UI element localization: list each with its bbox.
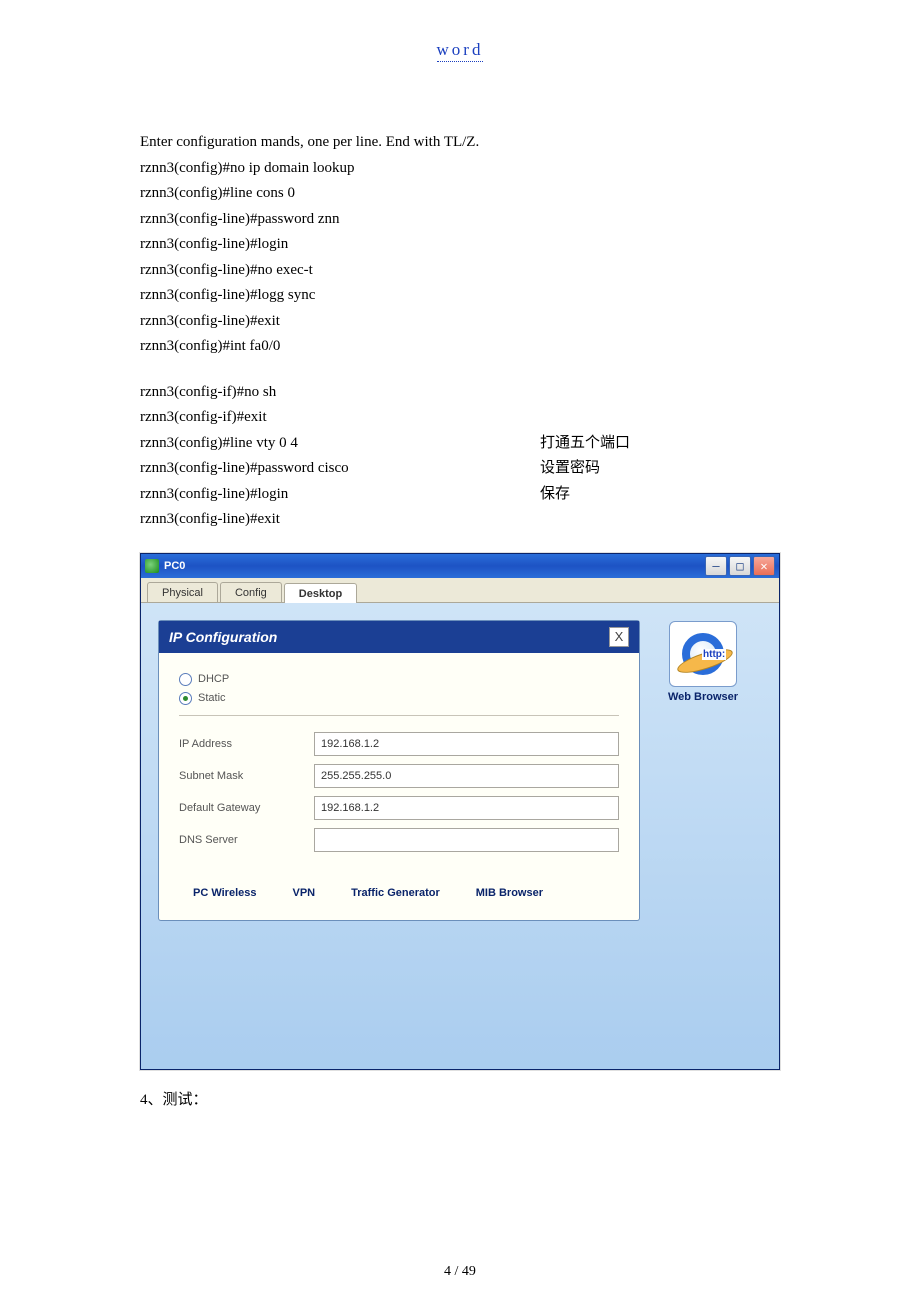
cli-note: 保存: [540, 482, 570, 508]
cli-line: rznn3(config-if)#no sh: [140, 380, 780, 406]
dns-server-input[interactable]: [314, 828, 619, 852]
cli-line: rznn3(config-line)#logg sync: [140, 283, 780, 309]
dns-server-label: DNS Server: [179, 834, 314, 846]
ip-address-label: IP Address: [179, 738, 314, 750]
pc0-titlebar[interactable]: PC0 – □ ✕: [141, 554, 779, 578]
cli-line: Enter configuration mands, one per line.…: [140, 130, 780, 156]
subnet-mask-label: Subnet Mask: [179, 770, 314, 782]
mib-browser-button[interactable]: MIB Browser: [476, 886, 543, 900]
cli-line: rznn3(config-line)#no exec-t: [140, 258, 780, 284]
web-browser-app[interactable]: http: Web Browser: [653, 621, 753, 703]
cli-note: 打通五个端口: [540, 431, 630, 457]
cli-line: rznn3(config-line)#password znn: [140, 207, 780, 233]
tab-physical[interactable]: Physical: [147, 582, 218, 602]
cli-line: rznn3(config)#line cons 0: [140, 181, 780, 207]
cli-line: rznn3(config-line)#login: [140, 482, 540, 508]
cli-line: rznn3(config-line)#exit: [140, 507, 780, 533]
section-4-heading: 4、测试：: [140, 1088, 780, 1109]
ip-address-input[interactable]: [314, 732, 619, 756]
cli-note: 设置密码: [540, 456, 600, 482]
tab-desktop[interactable]: Desktop: [284, 583, 357, 603]
default-gateway-label: Default Gateway: [179, 802, 314, 814]
tab-config[interactable]: Config: [220, 582, 282, 602]
default-gateway-input[interactable]: [314, 796, 619, 820]
window-title: PC0: [164, 560, 705, 572]
subnet-mask-input[interactable]: [314, 764, 619, 788]
dhcp-label: DHCP: [198, 673, 229, 685]
close-button[interactable]: ✕: [753, 556, 775, 576]
pc0-window: PC0 – □ ✕ Physical Config Desktop IP Con…: [140, 553, 780, 1070]
ip-configuration-panel: IP Configuration X DHCP Static: [159, 621, 639, 920]
cli-line: rznn3(config)#int fa0/0: [140, 334, 780, 360]
static-radio-row[interactable]: Static: [179, 692, 619, 705]
pc-wireless-button[interactable]: PC Wireless: [193, 886, 257, 900]
separator: [179, 715, 619, 716]
header-link-text[interactable]: word: [437, 40, 484, 62]
close-icon: X: [615, 629, 624, 644]
minimize-button[interactable]: –: [705, 556, 727, 576]
http-text: http:: [702, 649, 726, 660]
ipconf-close-button[interactable]: X: [609, 627, 629, 647]
ipconf-title: IP Configuration: [169, 629, 277, 645]
maximize-button[interactable]: □: [729, 556, 751, 576]
cli-line: rznn3(config-if)#exit: [140, 405, 780, 431]
vpn-button[interactable]: VPN: [293, 886, 316, 900]
ie-icon: http:: [680, 631, 726, 677]
pc0-tabs: Physical Config Desktop: [141, 578, 779, 603]
cli-line: rznn3(config-line)#exit: [140, 309, 780, 335]
pc0-desktop-body: IP Configuration X DHCP Static: [141, 603, 779, 1069]
desktop-tools-row: PC Wireless VPN Traffic Generator MIB Br…: [179, 880, 619, 900]
page-number: 4 / 49: [0, 1264, 920, 1280]
cli-line: rznn3(config-line)#login: [140, 232, 780, 258]
dhcp-radio-row[interactable]: DHCP: [179, 673, 619, 686]
cli-line: rznn3(config)#line vty 0 4: [140, 431, 540, 457]
page-header-link: word: [140, 40, 780, 60]
cli-line: rznn3(config)#no ip domain lookup: [140, 156, 780, 182]
static-radio[interactable]: [179, 692, 192, 705]
dhcp-radio[interactable]: [179, 673, 192, 686]
pc-icon: [145, 559, 159, 573]
traffic-generator-button[interactable]: Traffic Generator: [351, 886, 440, 900]
static-label: Static: [198, 692, 226, 704]
web-browser-icon[interactable]: http:: [669, 621, 737, 687]
web-browser-label: Web Browser: [668, 691, 738, 703]
cli-line: rznn3(config-line)#password cisco: [140, 456, 540, 482]
